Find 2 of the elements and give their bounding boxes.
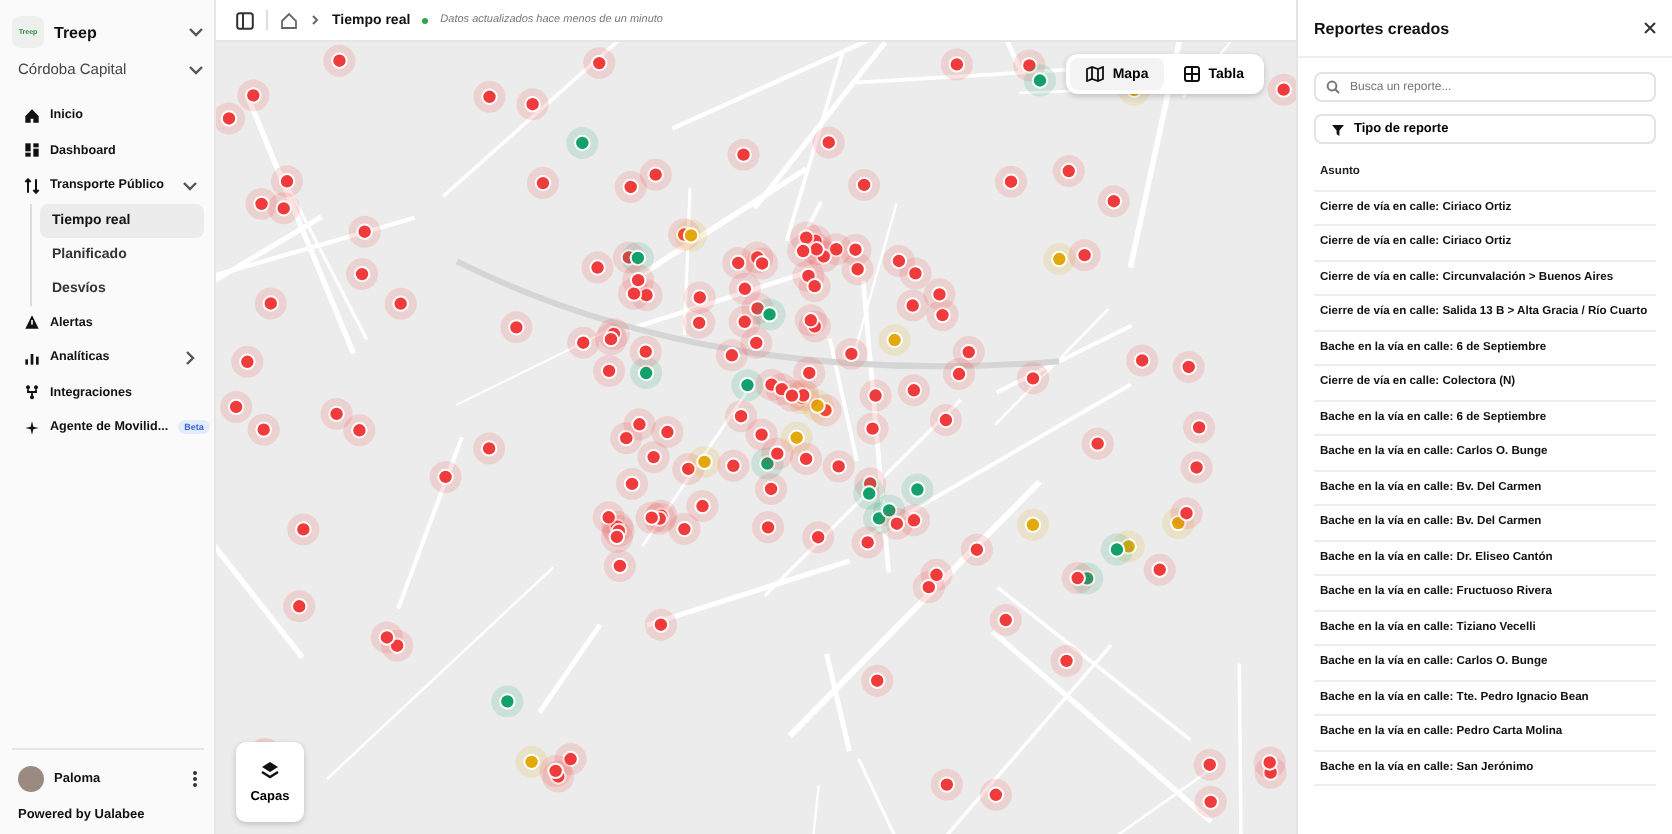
panel-title: Reportes creados [1314,19,1450,37]
org-name: Treep [54,23,97,41]
